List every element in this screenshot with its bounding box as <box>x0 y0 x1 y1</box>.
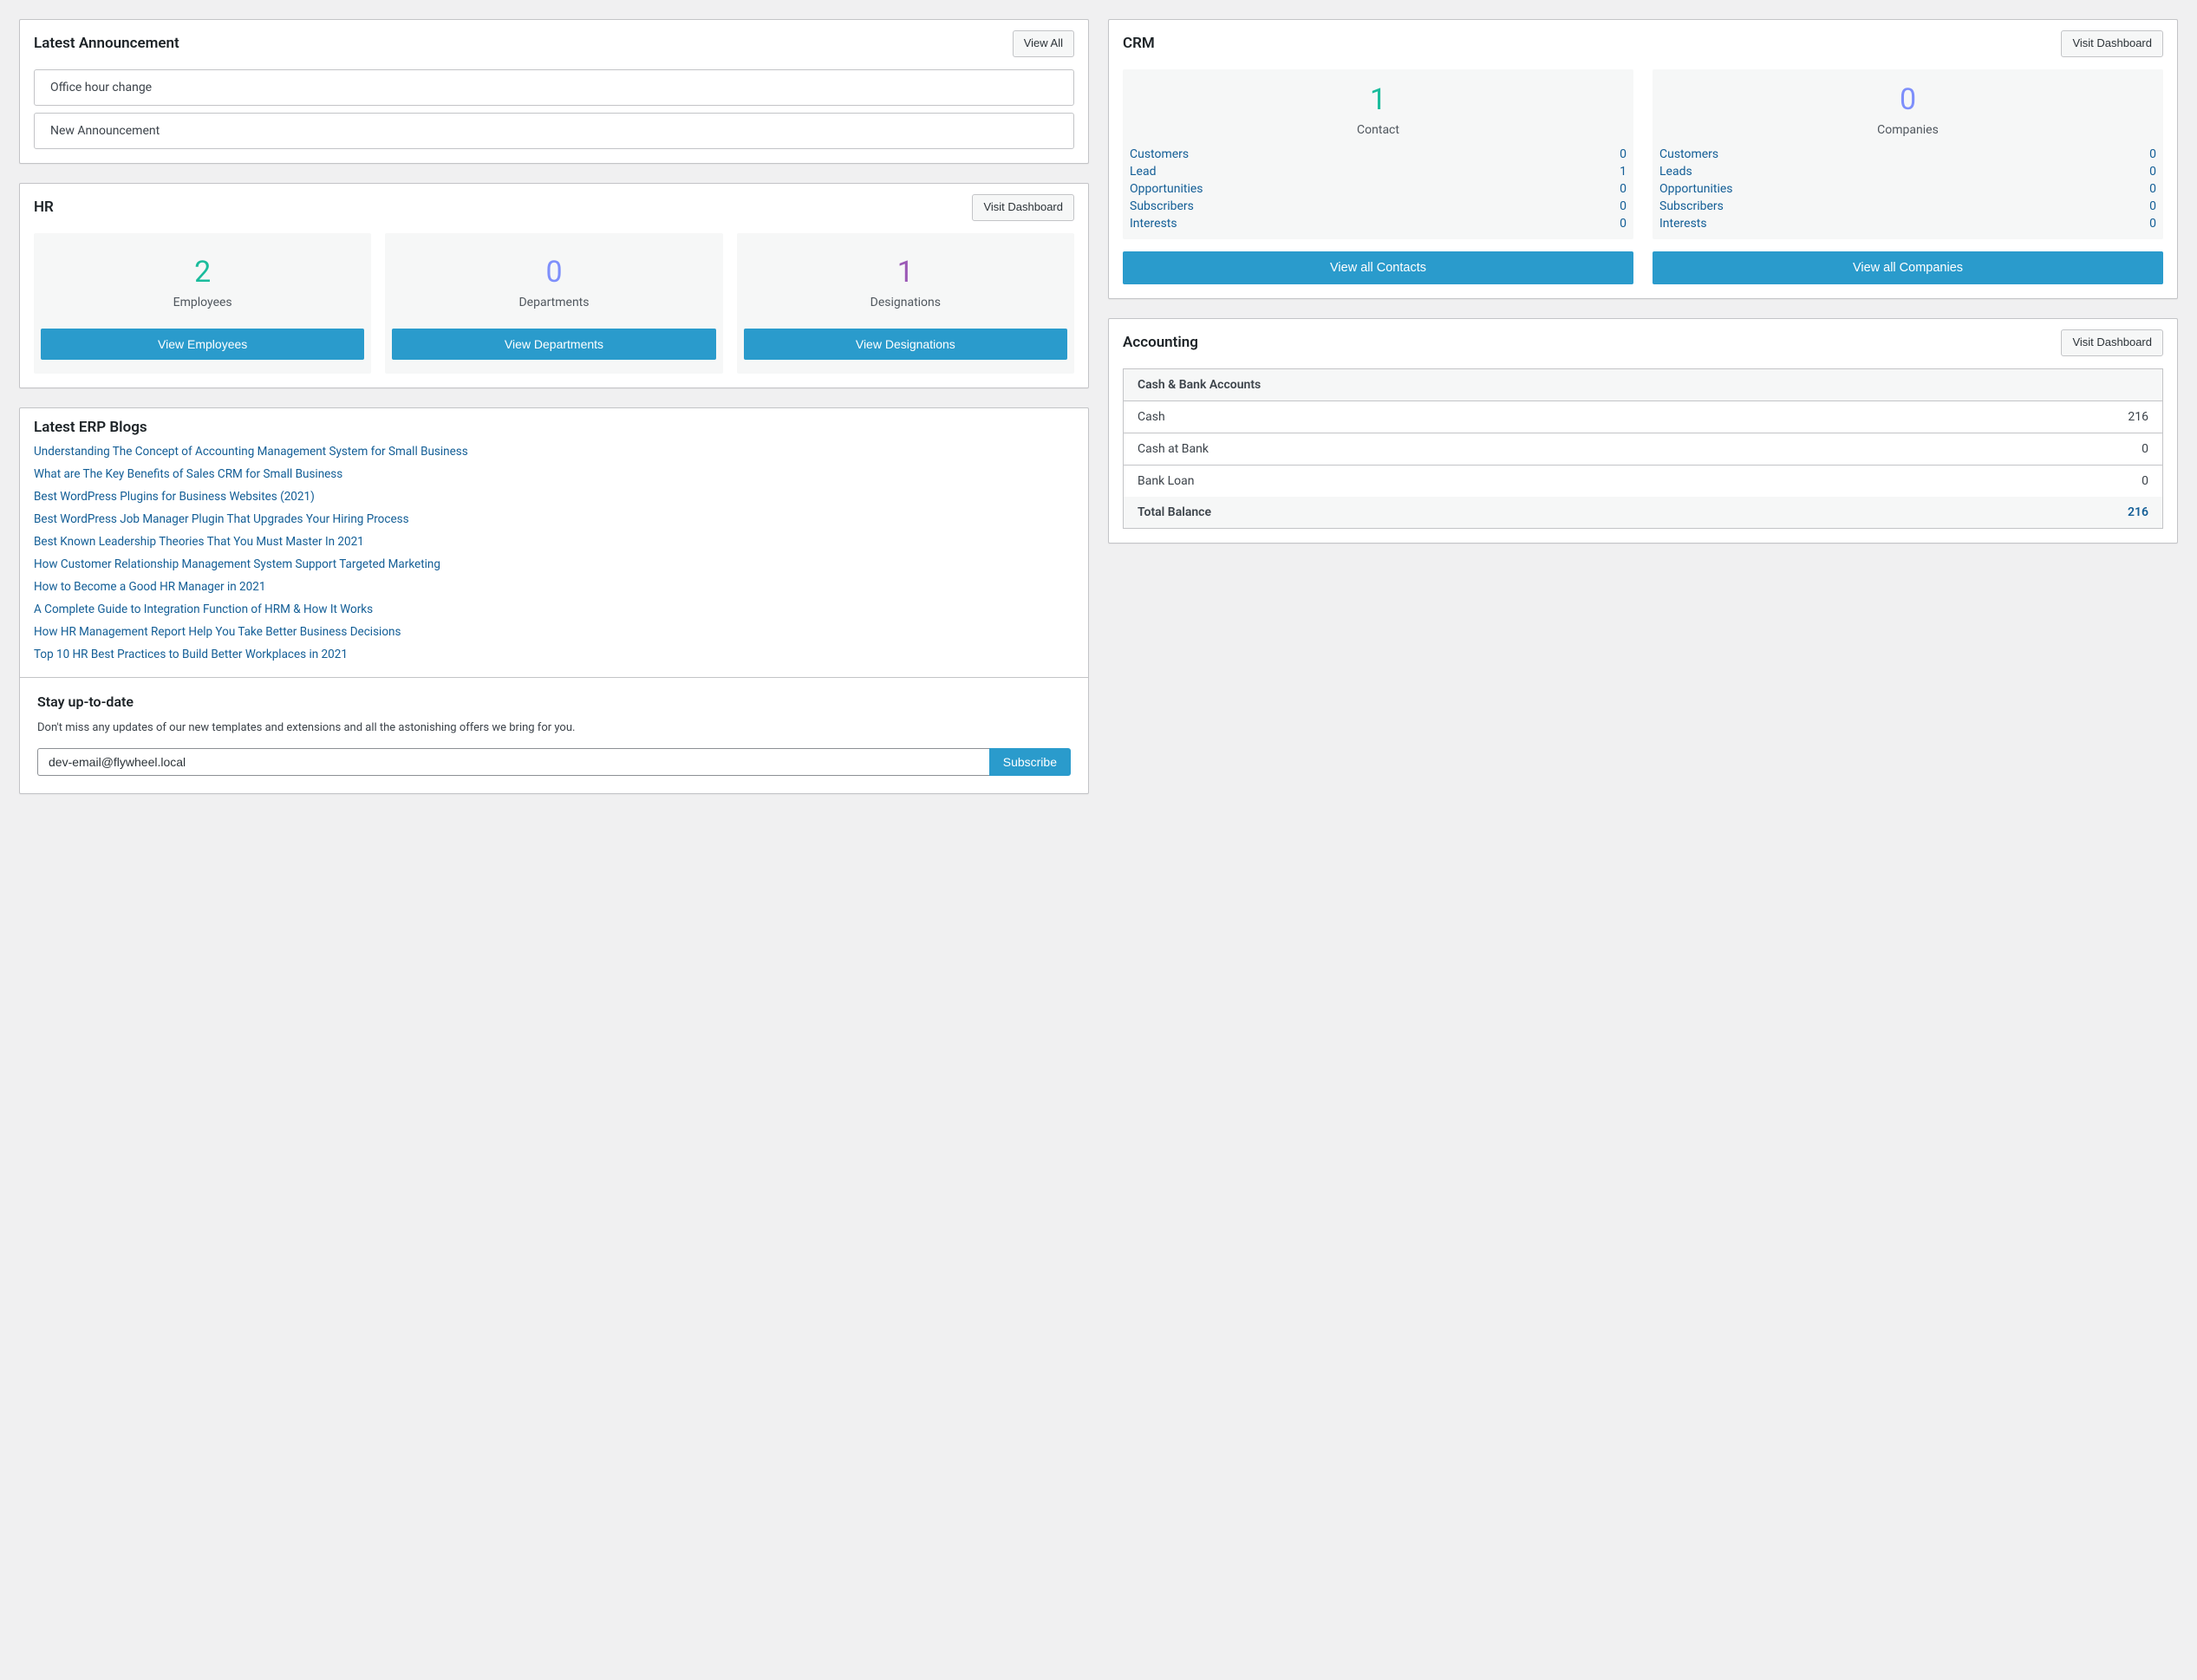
crm-row-value: 0 <box>2149 217 2156 231</box>
crm-visit-dashboard-button[interactable]: Visit Dashboard <box>2061 30 2163 57</box>
blog-link[interactable]: How Customer Relationship Management Sys… <box>34 557 1074 571</box>
crm-panel: 1ContactCustomers0Lead1Opportunities0Sub… <box>1123 69 1633 239</box>
crm-row-label[interactable]: Lead <box>1130 165 1156 179</box>
crm-row: Interests 0 <box>1659 217 2156 231</box>
accounting-card: Accounting Visit Dashboard Cash & Bank A… <box>1108 318 2178 544</box>
crm-view-all-button[interactable]: View all Companies <box>1653 251 2163 284</box>
crm-row-label[interactable]: Customers <box>1659 147 1718 161</box>
accounting-total-label: Total Balance <box>1138 505 1211 519</box>
accounting-row: Cash 216 <box>1124 401 2162 433</box>
blog-link[interactable]: What are The Key Benefits of Sales CRM f… <box>34 467 1074 481</box>
crm-view-all-button[interactable]: View all Contacts <box>1123 251 1633 284</box>
crm-row: Customers 0 <box>1130 147 1627 161</box>
accounting-row-value: 0 <box>2142 474 2148 488</box>
blog-link[interactable]: Best WordPress Job Manager Plugin That U… <box>34 512 1074 526</box>
blog-link[interactable]: How HR Management Report Help You Take B… <box>34 625 1074 639</box>
crm-row-value: 0 <box>2149 199 2156 213</box>
blogs-card: Latest ERP Blogs Understanding The Conce… <box>19 407 1089 795</box>
hr-stat-box: 0 Departments View Departments <box>385 233 722 374</box>
crm-row-value: 0 <box>2149 165 2156 179</box>
accounting-row-label: Bank Loan <box>1138 474 1195 488</box>
crm-panel-value: 1 <box>1130 85 1627 114</box>
accounting-row: Bank Loan 0 <box>1124 466 2162 497</box>
accounting-row-value: 216 <box>2128 410 2148 424</box>
blogs-title: Latest ERP Blogs <box>34 419 147 436</box>
hr-stat-box: 1 Designations View Designations <box>737 233 1074 374</box>
announcement-item[interactable]: New Announcement <box>34 113 1074 149</box>
crm-row-value: 0 <box>1620 199 1627 213</box>
hr-title: HR <box>34 199 54 216</box>
crm-panel-label: Companies <box>1659 123 2156 137</box>
subscribe-button[interactable]: Subscribe <box>989 748 1071 776</box>
crm-title: CRM <box>1123 35 1155 52</box>
accounting-row-label: Cash at Bank <box>1138 442 1209 456</box>
crm-row-value: 0 <box>2149 182 2156 196</box>
crm-row-label[interactable]: Leads <box>1659 165 1692 179</box>
crm-row: Opportunities 0 <box>1130 182 1627 196</box>
crm-row-label[interactable]: Opportunities <box>1659 182 1733 196</box>
hr-visit-dashboard-button[interactable]: Visit Dashboard <box>972 194 1074 221</box>
hr-stat-label: Departments <box>392 296 715 309</box>
hr-stat-box: 2 Employees View Employees <box>34 233 371 374</box>
crm-row: Leads 0 <box>1659 165 2156 179</box>
hr-stat-button[interactable]: View Designations <box>744 329 1067 360</box>
hr-stat-value: 2 <box>41 257 364 287</box>
accounting-row-label: Cash <box>1138 410 1165 424</box>
subscribe-note: Don't miss any updates of our new templa… <box>37 720 1071 737</box>
crm-row-label[interactable]: Interests <box>1659 217 1707 231</box>
crm-row: Subscribers 0 <box>1130 199 1627 213</box>
hr-stat-value: 1 <box>744 257 1067 287</box>
hr-stat-label: Designations <box>744 296 1067 309</box>
announcement-item[interactable]: Office hour change <box>34 69 1074 106</box>
crm-row-value: 0 <box>1620 147 1627 161</box>
crm-row-label[interactable]: Subscribers <box>1130 199 1194 213</box>
hr-stat-button[interactable]: View Departments <box>392 329 715 360</box>
blog-link[interactable]: Top 10 HR Best Practices to Build Better… <box>34 648 1074 661</box>
hr-card: HR Visit Dashboard 2 Employees View Employ… <box>19 183 1089 388</box>
crm-row: Lead 1 <box>1130 165 1627 179</box>
blog-link[interactable]: Best Known Leadership Theories That You … <box>34 535 1074 549</box>
crm-panel-label: Contact <box>1130 123 1627 137</box>
blog-link[interactable]: Best WordPress Plugins for Business Webs… <box>34 490 1074 504</box>
accounting-table: Cash & Bank Accounts Cash 216 Cash at Bank… <box>1123 368 2163 529</box>
announcements-view-all-button[interactable]: View All <box>1013 30 1074 57</box>
crm-row: Interests 0 <box>1130 217 1627 231</box>
blog-link[interactable]: How to Become a Good HR Manager in 2021 <box>34 580 1074 594</box>
crm-row-label[interactable]: Interests <box>1130 217 1177 231</box>
accounting-total-value: 216 <box>2128 505 2148 519</box>
crm-row-value: 0 <box>1620 217 1627 231</box>
crm-row-label[interactable]: Subscribers <box>1659 199 1724 213</box>
crm-row-label[interactable]: Opportunities <box>1130 182 1203 196</box>
subscribe-section: Stay up-to-date Don't miss any updates o… <box>20 677 1088 794</box>
crm-row-value: 1 <box>1620 165 1627 179</box>
subscribe-email-input[interactable] <box>37 748 989 776</box>
announcements-title: Latest Announcement <box>34 35 179 52</box>
crm-panel-value: 0 <box>1659 85 2156 114</box>
accounting-title: Accounting <box>1123 334 1198 351</box>
accounting-row-value: 0 <box>2142 442 2148 456</box>
accounting-row: Cash at Bank 0 <box>1124 433 2162 466</box>
blog-link[interactable]: Understanding The Concept of Accounting … <box>34 445 1074 459</box>
crm-row-value: 0 <box>2149 147 2156 161</box>
hr-stat-label: Employees <box>41 296 364 309</box>
blog-link[interactable]: A Complete Guide to Integration Function… <box>34 602 1074 616</box>
subscribe-title: Stay up-to-date <box>37 693 1071 710</box>
accounting-table-header: Cash & Bank Accounts <box>1138 378 1261 392</box>
crm-panel: 0 Companies Customers 0 Leads 0 Opportunities 0… <box>1653 69 2163 239</box>
crm-card: CRM Visit Dashboard 1ContactCustomers0Le… <box>1108 19 2178 299</box>
hr-stat-value: 0 <box>392 257 715 287</box>
crm-row-label[interactable]: Customers <box>1130 147 1189 161</box>
crm-row-value: 0 <box>1620 182 1627 196</box>
accounting-visit-dashboard-button[interactable]: Visit Dashboard <box>2061 329 2163 356</box>
announcements-card: Latest Announcement View All Office hour… <box>19 19 1089 164</box>
crm-row: Subscribers 0 <box>1659 199 2156 213</box>
crm-row: Customers 0 <box>1659 147 2156 161</box>
hr-stat-button[interactable]: View Employees <box>41 329 364 360</box>
crm-row: Opportunities 0 <box>1659 182 2156 196</box>
